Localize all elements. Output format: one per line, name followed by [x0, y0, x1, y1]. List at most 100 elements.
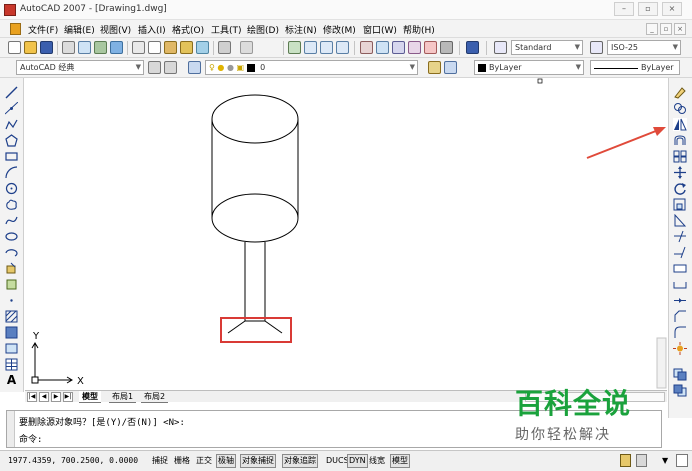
- array-icon[interactable]: [673, 150, 687, 163]
- spline-icon[interactable]: [5, 214, 18, 227]
- break-icon[interactable]: [673, 278, 687, 291]
- dyn-toggle[interactable]: DYN: [347, 454, 368, 468]
- workspace-select[interactable]: AutoCAD 经典 ▼: [16, 60, 144, 75]
- menu-view[interactable]: 视图(V): [100, 23, 131, 36]
- layer-select[interactable]: ♀ ● ● ▣ 0 ▼: [205, 60, 418, 75]
- calculator-icon[interactable]: [440, 41, 453, 54]
- draw-order-icon[interactable]: [673, 368, 687, 381]
- layer-previous-icon[interactable]: [444, 61, 457, 74]
- ellipse-arc-icon[interactable]: [5, 246, 18, 259]
- copy-object-icon[interactable]: [673, 102, 687, 115]
- erase-icon[interactable]: [673, 86, 687, 99]
- plot-preview-icon[interactable]: [78, 41, 91, 54]
- first-tab-button[interactable]: |◀: [27, 392, 37, 402]
- rectangle-icon[interactable]: [5, 150, 18, 163]
- menu-tools[interactable]: 工具(T): [211, 23, 242, 36]
- color-select[interactable]: ByLayer ▼: [474, 60, 584, 75]
- otrack-toggle[interactable]: 对象追踪: [282, 454, 318, 468]
- arc-icon[interactable]: [5, 166, 18, 179]
- save-icon[interactable]: [40, 41, 53, 54]
- lineweight-toggle[interactable]: 线宽: [367, 454, 387, 468]
- tab-layout2[interactable]: 布局2: [141, 391, 169, 403]
- menu-modify[interactable]: 修改(M): [323, 23, 356, 36]
- model-toggle[interactable]: 模型: [390, 454, 410, 468]
- insert-block-icon[interactable]: [5, 262, 18, 275]
- doc-restore-button[interactable]: ▫: [660, 23, 672, 35]
- layer-manager-icon[interactable]: [188, 61, 201, 74]
- workspace-settings-icon[interactable]: [148, 61, 161, 74]
- polygon-icon[interactable]: [5, 134, 18, 147]
- zoom-previous-icon[interactable]: [336, 41, 349, 54]
- menu-insert[interactable]: 插入(I): [138, 23, 166, 36]
- block-editor-icon[interactable]: [196, 41, 209, 54]
- minimize-button[interactable]: –: [614, 2, 634, 16]
- menu-file[interactable]: 文件(F): [28, 23, 58, 36]
- design-center-icon[interactable]: [376, 41, 389, 54]
- stretch-icon[interactable]: [673, 214, 687, 227]
- clean-screen-icon[interactable]: [676, 454, 688, 467]
- chamfer-icon[interactable]: [673, 310, 687, 323]
- ellipse-icon[interactable]: [5, 230, 18, 243]
- help-icon[interactable]: [466, 41, 479, 54]
- communication-center-icon[interactable]: [620, 454, 631, 467]
- text-style-select[interactable]: Standard ▼: [511, 40, 583, 55]
- text-style-icon[interactable]: [494, 41, 507, 54]
- hatch-icon[interactable]: [5, 310, 18, 323]
- save-workspace-icon[interactable]: [164, 61, 177, 74]
- offset-icon[interactable]: [673, 134, 687, 147]
- match-properties-icon[interactable]: [180, 41, 193, 54]
- explode-icon[interactable]: [673, 342, 687, 355]
- line-icon[interactable]: [5, 86, 18, 99]
- snap-toggle[interactable]: 捕捉: [150, 454, 170, 468]
- close-button[interactable]: ×: [662, 2, 682, 16]
- make-current-layer-icon[interactable]: [428, 61, 441, 74]
- menu-format[interactable]: 格式(O): [172, 23, 204, 36]
- tab-layout1[interactable]: 布局1: [109, 391, 137, 403]
- join-icon[interactable]: [673, 294, 687, 307]
- command-prompt[interactable]: 命令:: [19, 432, 42, 445]
- prev-tab-button[interactable]: ◀: [39, 392, 49, 402]
- make-block-icon[interactable]: [5, 278, 18, 291]
- scale-icon[interactable]: [673, 198, 687, 211]
- open-icon[interactable]: [24, 41, 37, 54]
- maximize-button[interactable]: ▫: [638, 2, 658, 16]
- ortho-toggle[interactable]: 正交: [194, 454, 214, 468]
- 3d-dwf-icon[interactable]: [110, 41, 123, 54]
- last-tab-button[interactable]: ▶|: [63, 392, 73, 402]
- circle-icon[interactable]: [5, 182, 18, 195]
- dim-style-icon[interactable]: [590, 41, 603, 54]
- break-at-point-icon[interactable]: [673, 262, 687, 275]
- polyline-icon[interactable]: [5, 118, 18, 131]
- menu-window[interactable]: 窗口(W): [363, 23, 397, 36]
- menu-help[interactable]: 帮助(H): [403, 23, 435, 36]
- move-icon[interactable]: [673, 166, 687, 179]
- construction-line-icon[interactable]: [5, 102, 18, 115]
- vertical-scrollbar[interactable]: [656, 337, 667, 389]
- zoom-realtime-icon[interactable]: [304, 41, 317, 54]
- menu-edit[interactable]: 编辑(E): [64, 23, 95, 36]
- redo-icon[interactable]: [240, 41, 253, 54]
- next-tab-button[interactable]: ▶: [51, 392, 61, 402]
- undo-icon[interactable]: [218, 41, 231, 54]
- doc-minimize-button[interactable]: _: [646, 23, 658, 35]
- osnap-toggle[interactable]: 对象捕捉: [240, 454, 276, 468]
- mirror-icon[interactable]: [673, 118, 687, 131]
- document-icon[interactable]: [10, 23, 21, 35]
- command-window-grip[interactable]: [7, 411, 15, 447]
- revision-cloud-icon[interactable]: [5, 198, 18, 211]
- linetype-select[interactable]: ByLayer: [590, 60, 680, 75]
- gradient-icon[interactable]: [5, 326, 18, 339]
- properties-icon[interactable]: [360, 41, 373, 54]
- point-icon[interactable]: [5, 294, 18, 307]
- tool-palettes-icon[interactable]: [392, 41, 405, 54]
- lock-icon[interactable]: [636, 454, 647, 467]
- copy-icon[interactable]: [148, 41, 161, 54]
- grid-toggle[interactable]: 栅格: [172, 454, 192, 468]
- rotate-icon[interactable]: [673, 182, 687, 195]
- fillet-icon[interactable]: [673, 326, 687, 339]
- drawing-canvas[interactable]: Y X: [25, 78, 667, 390]
- polar-toggle[interactable]: 极轴: [216, 454, 236, 468]
- paste-icon[interactable]: [164, 41, 177, 54]
- doc-close-button[interactable]: ×: [674, 23, 686, 35]
- menu-dimension[interactable]: 标注(N): [285, 23, 317, 36]
